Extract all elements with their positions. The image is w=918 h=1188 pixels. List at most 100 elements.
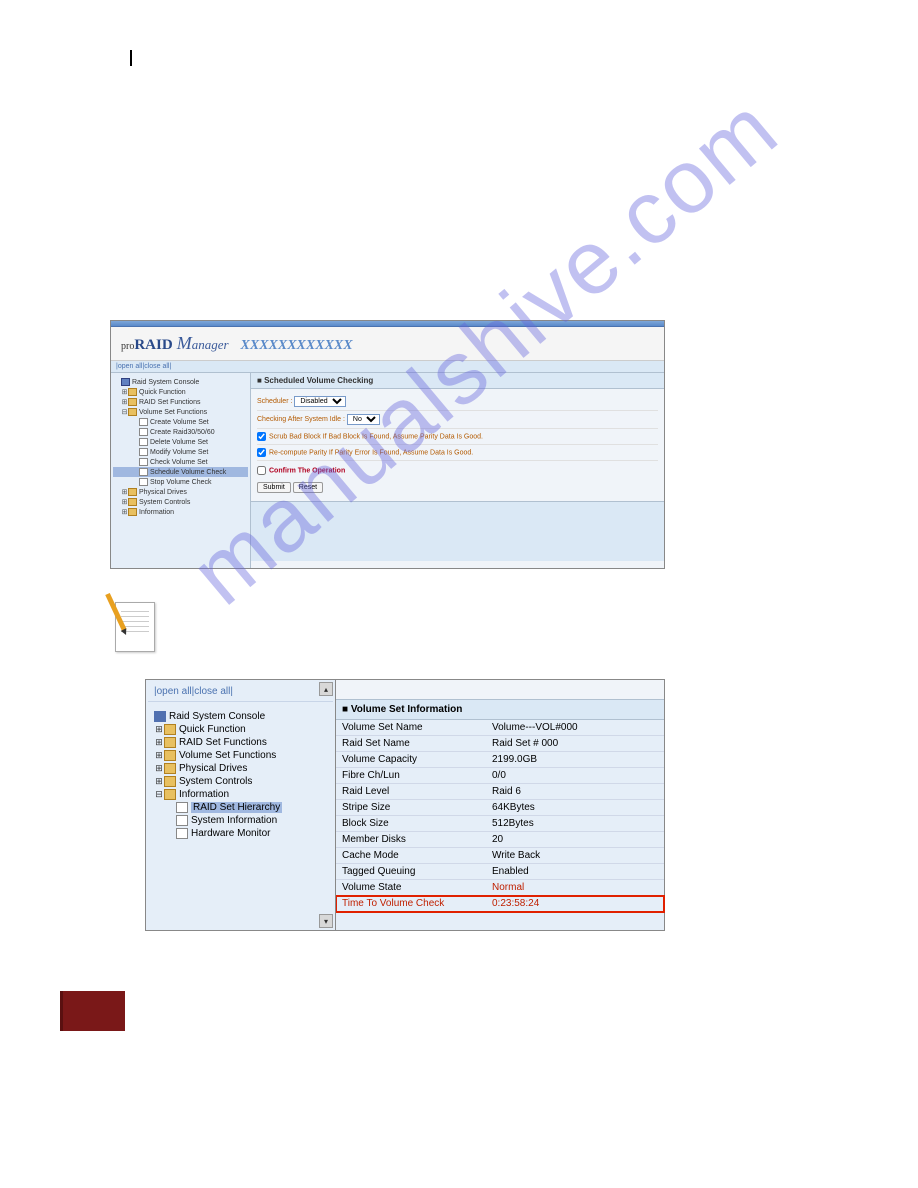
tree-physical-drives[interactable]: ⊞Physical Drives <box>113 487 248 497</box>
open-all-link[interactable]: open all <box>157 686 192 697</box>
tree-label: Create Volume Set <box>150 419 209 426</box>
info-value: Raid 6 <box>486 784 664 800</box>
tree-quick-function[interactable]: ⊞Quick Function <box>148 723 333 736</box>
folder-icon <box>164 750 176 761</box>
tree-delete-volume[interactable]: Delete Volume Set <box>113 437 248 447</box>
tree-create-raid30[interactable]: Create Raid30/50/60 <box>113 427 248 437</box>
content-panel: ■ Scheduled Volume Checking Scheduler : … <box>251 373 664 568</box>
info-value: Write Back <box>486 848 664 864</box>
tree-label: RAID Set Functions <box>139 399 200 406</box>
close-all-link[interactable]: close all <box>194 686 230 697</box>
recompute-checkbox[interactable] <box>257 448 266 457</box>
file-icon <box>139 458 148 466</box>
footer-box <box>60 991 125 1031</box>
tree-label: Physical Drives <box>179 763 247 774</box>
tree-label: System Information <box>191 815 277 826</box>
info-key: Volume Capacity <box>336 752 486 768</box>
folder-icon <box>128 488 137 496</box>
tree-console[interactable]: Raid System Console <box>113 377 248 387</box>
note-icon <box>110 594 160 654</box>
tree-volumeset-functions[interactable]: ⊟Volume Set Functions <box>113 407 248 417</box>
tree-label: Quick Function <box>179 724 246 735</box>
folder-icon <box>164 789 176 800</box>
tree-raid-set-hierarchy[interactable]: RAID Set Hierarchy <box>148 801 333 814</box>
tree-quick-function[interactable]: ⊞Quick Function <box>113 387 248 397</box>
confirm-row: Confirm The Operation <box>257 461 658 478</box>
scroll-up-button[interactable]: ▴ <box>319 682 333 696</box>
tree-modify-volume[interactable]: Modify Volume Set <box>113 447 248 457</box>
header-area: proRAID Manager XXXXXXXXXXXX <box>111 327 664 361</box>
confirm-checkbox[interactable] <box>257 466 266 475</box>
table-row: Block Size512Bytes <box>336 816 664 832</box>
info-value: 20 <box>486 832 664 848</box>
table-row: Volume Set NameVolume---VOL#000 <box>336 720 664 736</box>
submit-button[interactable]: Submit <box>257 482 291 493</box>
info-key: Time To Volume Check <box>336 896 486 912</box>
panel2-title: ■ Volume Set Information <box>336 700 664 720</box>
tree-schedule-volume-check[interactable]: Schedule Volume Check <box>113 467 248 477</box>
table-row: Tagged QueuingEnabled <box>336 864 664 880</box>
folder-icon <box>128 388 137 396</box>
tree-information[interactable]: ⊟Information <box>148 788 333 801</box>
scrub-checkbox[interactable] <box>257 432 266 441</box>
tree-stop-volume-check[interactable]: Stop Volume Check <box>113 477 248 487</box>
tree-information[interactable]: ⊞Information <box>113 507 248 517</box>
table-row: Volume Capacity2199.0GB <box>336 752 664 768</box>
logo-m: M <box>177 333 192 353</box>
scheduler-select[interactable]: Disabled <box>294 396 346 407</box>
logo-raid: RAID <box>134 337 172 353</box>
tree-label: Check Volume Set <box>150 459 208 466</box>
info-key: Raid Set Name <box>336 736 486 752</box>
tree-physical-drives[interactable]: ⊞Physical Drives <box>148 762 333 775</box>
tree-volumeset-functions[interactable]: ⊞Volume Set Functions <box>148 749 333 762</box>
folder-icon <box>128 498 137 506</box>
content2-panel: ■ Volume Set Information Volume Set Name… <box>336 680 664 930</box>
logo-pro: pro <box>121 341 134 352</box>
toolbar2: |open all|close all| <box>148 684 333 702</box>
footer <box>60 991 858 1031</box>
tree-raidset-functions[interactable]: ⊞RAID Set Functions <box>113 397 248 407</box>
table-row: Fibre Ch/Lun0/0 <box>336 768 664 784</box>
button-row: SubmitReset <box>257 478 658 497</box>
folder-icon <box>128 508 137 516</box>
tree-raidset-functions[interactable]: ⊞RAID Set Functions <box>148 736 333 749</box>
info-key: Fibre Ch/Lun <box>336 768 486 784</box>
tree-system-information[interactable]: System Information <box>148 814 333 827</box>
tree-label: Stop Volume Check <box>150 479 211 486</box>
tree-create-volume[interactable]: Create Volume Set <box>113 417 248 427</box>
tree-label: RAID Set Hierarchy <box>191 802 282 813</box>
tree-label: Volume Set Functions <box>139 409 207 416</box>
info-value-state: Normal <box>486 880 664 896</box>
idle-row: Checking After System Idle : No <box>257 411 658 429</box>
tree-hardware-monitor[interactable]: Hardware Monitor <box>148 827 333 840</box>
folder-icon <box>164 776 176 787</box>
idle-select[interactable]: No <box>347 414 380 425</box>
tree-label: Raid System Console <box>132 379 199 386</box>
tree-label: Volume Set Functions <box>179 750 276 761</box>
volume-info-window: ▴ |open all|close all| Raid System Conso… <box>145 679 665 931</box>
tree-console[interactable]: Raid System Console <box>148 710 333 723</box>
reset-button[interactable]: Reset <box>293 482 323 493</box>
tree-check-volume[interactable]: Check Volume Set <box>113 457 248 467</box>
info-key: Volume State <box>336 880 486 896</box>
open-all-link[interactable]: open all <box>118 363 143 370</box>
tree-label: Raid System Console <box>169 711 265 722</box>
close-all-link[interactable]: close all <box>144 363 169 370</box>
file-icon <box>176 802 188 813</box>
info-value: 512Bytes <box>486 816 664 832</box>
tree-label: Modify Volume Set <box>150 449 208 456</box>
scheduler-label: Scheduler : <box>257 398 292 405</box>
tree-label: Create Raid30/50/60 <box>150 429 215 436</box>
scroll-down-button[interactable]: ▾ <box>319 914 333 928</box>
file-icon <box>139 448 148 456</box>
sidebar-tree2: Raid System Console ⊞Quick Function ⊞RAI… <box>148 702 333 840</box>
tree-label: System Controls <box>139 499 190 506</box>
tree-system-controls[interactable]: ⊞System Controls <box>113 497 248 507</box>
tree-system-controls[interactable]: ⊞System Controls <box>148 775 333 788</box>
info-key: Raid Level <box>336 784 486 800</box>
info-key: Cache Mode <box>336 848 486 864</box>
table-row: Volume StateNormal <box>336 880 664 896</box>
tree-label: Schedule Volume Check <box>150 469 226 476</box>
info-value: 64KBytes <box>486 800 664 816</box>
table-row: Stripe Size64KBytes <box>336 800 664 816</box>
